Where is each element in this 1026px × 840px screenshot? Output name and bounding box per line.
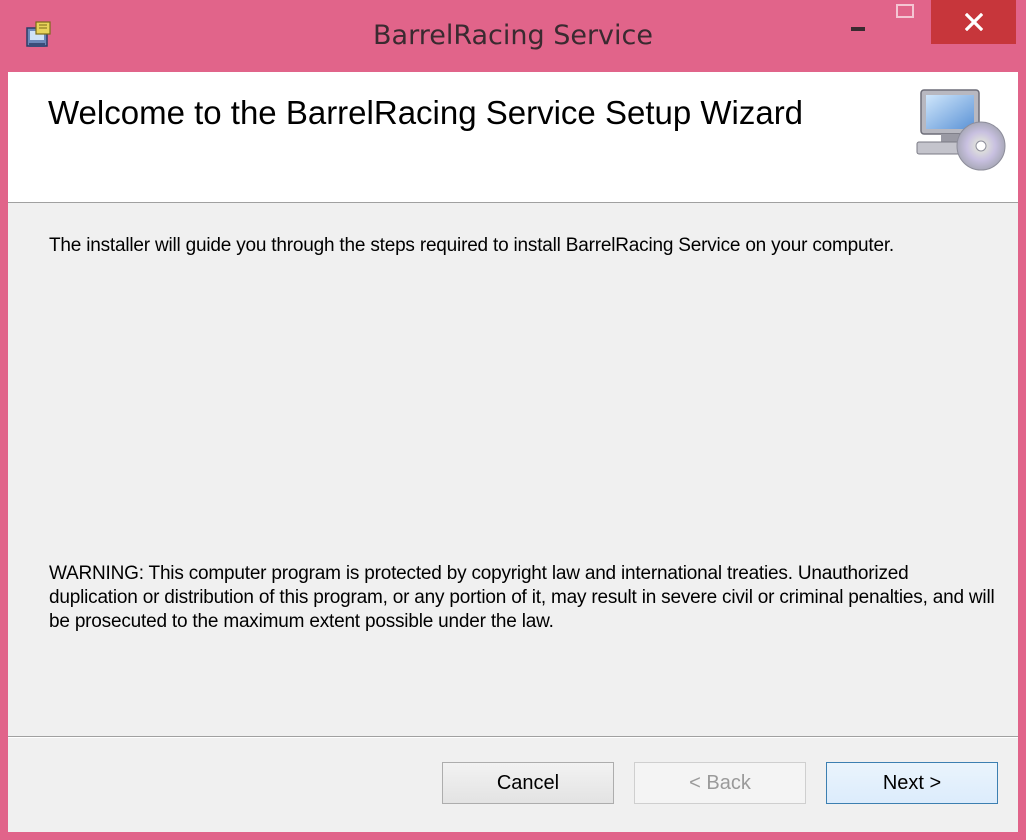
maximize-icon: [896, 4, 914, 18]
copyright-warning: WARNING: This computer program is protec…: [49, 563, 995, 632]
close-icon: [965, 13, 983, 31]
close-button[interactable]: [931, 0, 1016, 44]
intro-text: The installer will guide you through the…: [49, 235, 895, 256]
minimize-button[interactable]: [834, 0, 882, 42]
computer-cd-icon: [913, 86, 1009, 176]
title-bar[interactable]: BarrelRacing Service: [0, 0, 1026, 72]
minimize-icon: [851, 27, 865, 31]
setup-wizard-window: BarrelRacing Service Welcome to the Barr…: [0, 0, 1026, 840]
next-button[interactable]: Next >: [826, 762, 998, 804]
maximize-button[interactable]: [882, 0, 930, 42]
cancel-button[interactable]: Cancel: [442, 762, 614, 804]
back-button[interactable]: < Back: [634, 762, 806, 804]
wizard-client-area: Welcome to the BarrelRacing Service Setu…: [8, 72, 1018, 832]
wizard-banner: Welcome to the BarrelRacing Service Setu…: [8, 72, 1018, 203]
button-separator: [8, 736, 1018, 738]
page-title: Welcome to the BarrelRacing Service Setu…: [48, 94, 804, 131]
